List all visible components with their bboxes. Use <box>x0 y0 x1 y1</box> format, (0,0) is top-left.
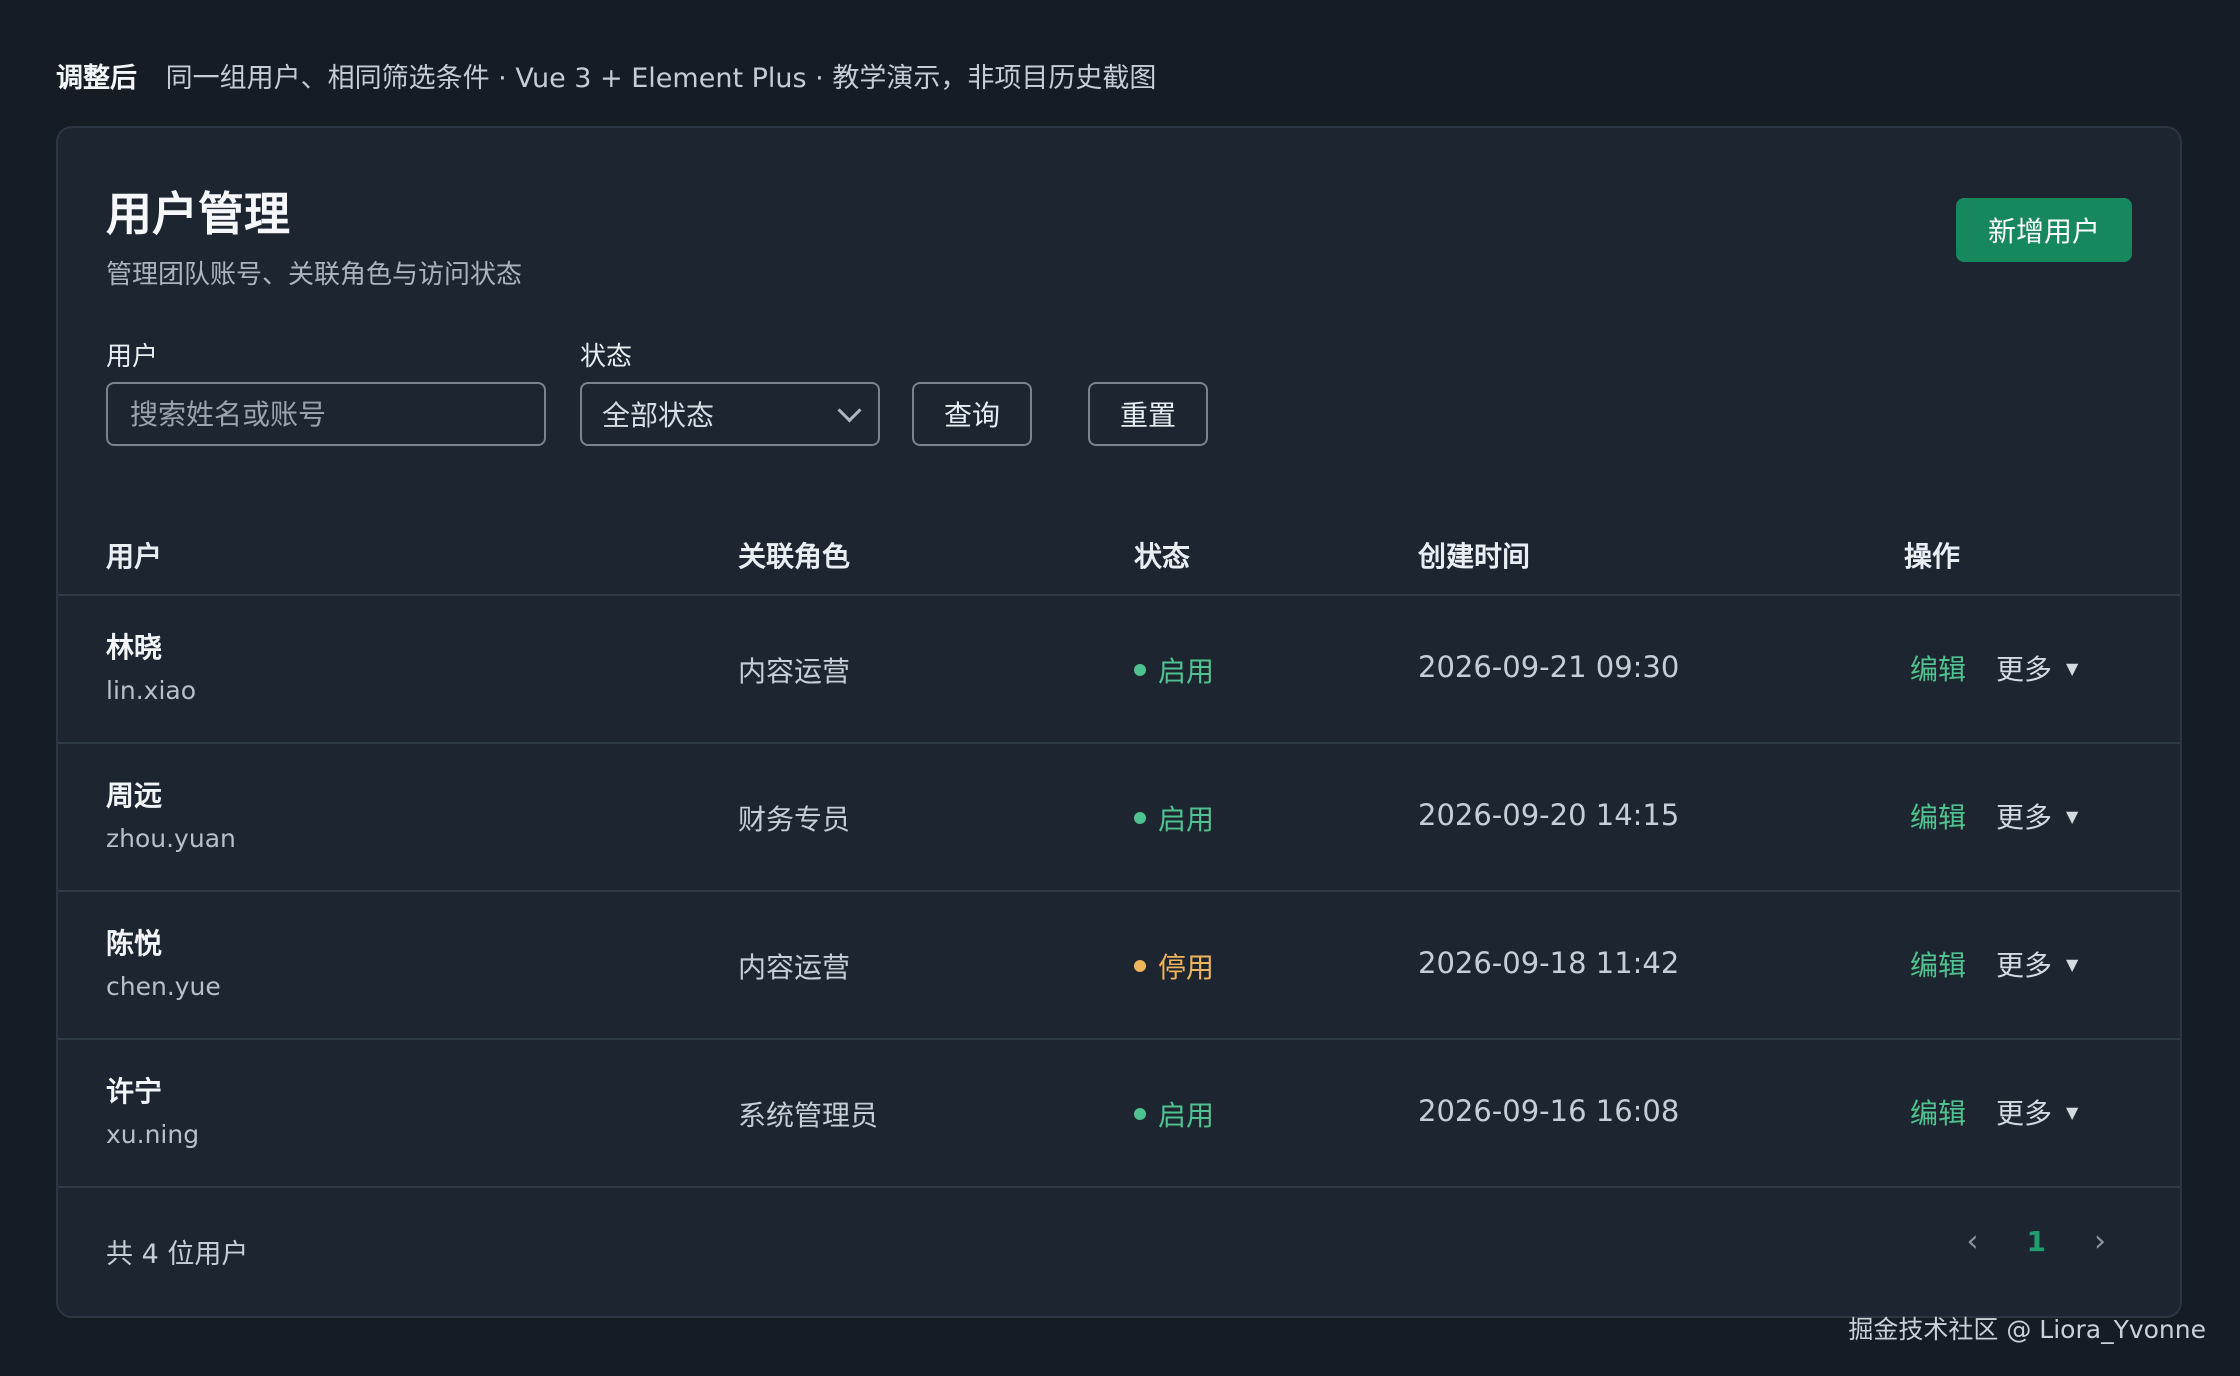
caret-down-icon: ▼ <box>2066 1102 2079 1122</box>
more-dropdown[interactable]: 更多 ▼ <box>1996 1092 2078 1132</box>
table-row: 林晓 lin.xiao 内容运营 启用 2026-09-21 09:30 编辑 … <box>58 596 2180 744</box>
header-role: 关联角色 <box>738 540 851 573</box>
status-text: 启用 <box>1158 1099 1215 1132</box>
user-account: chen.yue <box>106 972 221 1001</box>
edit-link[interactable]: 编辑 <box>1910 648 1966 688</box>
user-role: 系统管理员 <box>738 1099 879 1132</box>
created-time: 2026-09-21 09:30 <box>1418 650 1680 684</box>
status-dot-icon <box>1134 812 1146 824</box>
caret-down-icon: ▼ <box>2066 806 2079 826</box>
total-count: 共 4 位用户 <box>106 1239 249 1270</box>
current-page[interactable]: 1 <box>2027 1225 2046 1258</box>
user-role: 内容运营 <box>738 655 851 688</box>
table-row: 周远 zhou.yuan 财务专员 启用 2026-09-20 14:15 编辑… <box>58 744 2180 892</box>
pagination: ‹ 1 › <box>1967 1224 2106 1259</box>
status-select-value: 全部状态 <box>602 399 715 432</box>
reset-button[interactable]: 重置 <box>1088 382 1208 446</box>
status-text: 启用 <box>1158 655 1215 688</box>
more-label: 更多 <box>1996 1097 2053 1130</box>
more-dropdown[interactable]: 更多 ▼ <box>1996 796 2078 836</box>
user-name: 林晓 <box>106 631 163 664</box>
top-note: 调整后 同一组用户、相同筛选条件 · Vue 3 + Element Plus … <box>56 56 1156 95</box>
status-badge: 启用 <box>1134 1094 1214 1134</box>
status-dot-icon <box>1134 1108 1146 1120</box>
watermark: 掘金技术社区 @ Liora_Yvonne <box>1848 1315 2206 1344</box>
search-input[interactable] <box>128 396 524 432</box>
add-user-button[interactable]: 新增用户 <box>1956 198 2132 262</box>
status-dot-icon <box>1134 664 1146 676</box>
query-button[interactable]: 查询 <box>912 382 1032 446</box>
header-status: 状态 <box>1134 540 1191 573</box>
created-time: 2026-09-20 14:15 <box>1418 798 1680 832</box>
status-text: 启用 <box>1158 803 1215 836</box>
table-header: 用户 关联角色 状态 创建时间 操作 <box>58 518 2180 596</box>
caret-down-icon: ▼ <box>2066 954 2079 974</box>
user-role: 内容运营 <box>738 951 851 984</box>
status-badge: 启用 <box>1134 798 1214 838</box>
page-subtitle: 管理团队账号、关联角色与访问状态 <box>106 260 523 290</box>
user-role: 财务专员 <box>738 803 851 836</box>
edit-link[interactable]: 编辑 <box>1910 1092 1966 1132</box>
table-row: 许宁 xu.ning 系统管理员 启用 2026-09-16 16:08 编辑 … <box>58 1040 2180 1188</box>
created-time: 2026-09-18 11:42 <box>1418 946 1680 980</box>
status-badge: 停用 <box>1134 946 1214 986</box>
status-text: 停用 <box>1158 951 1215 984</box>
header-actions: 操作 <box>1904 540 1961 573</box>
status-dot-icon <box>1134 960 1146 972</box>
more-label: 更多 <box>1996 949 2053 982</box>
caret-down-icon: ▼ <box>2066 658 2079 678</box>
user-name: 陈悦 <box>106 927 163 960</box>
status-filter-label: 状态 <box>580 342 633 372</box>
chevron-down-icon <box>837 397 862 423</box>
header-created: 创建时间 <box>1418 540 1531 573</box>
chevron-right-icon[interactable]: › <box>2094 1224 2106 1259</box>
user-management-card: 用户管理 管理团队账号、关联角色与访问状态 新增用户 用户 状态 全部状态 查询… <box>56 126 2182 1318</box>
more-label: 更多 <box>1996 801 2053 834</box>
top-note-label: 调整后 <box>56 63 137 94</box>
table-row: 陈悦 chen.yue 内容运营 停用 2026-09-18 11:42 编辑 … <box>58 892 2180 1040</box>
page-title: 用户管理 <box>106 187 290 241</box>
edit-link[interactable]: 编辑 <box>1910 944 1966 984</box>
user-name: 周远 <box>106 779 163 812</box>
user-name: 许宁 <box>106 1075 163 1108</box>
more-label: 更多 <box>1996 653 2053 686</box>
more-dropdown[interactable]: 更多 ▼ <box>1996 648 2078 688</box>
created-time: 2026-09-16 16:08 <box>1418 1094 1680 1128</box>
search-input-wrapper[interactable] <box>106 382 546 446</box>
chevron-left-icon[interactable]: ‹ <box>1967 1224 1979 1259</box>
more-dropdown[interactable]: 更多 ▼ <box>1996 944 2078 984</box>
edit-link[interactable]: 编辑 <box>1910 796 1966 836</box>
status-select[interactable]: 全部状态 <box>580 382 880 446</box>
user-account: lin.xiao <box>106 676 197 705</box>
header-user: 用户 <box>106 540 163 573</box>
user-account: zhou.yuan <box>106 824 236 853</box>
user-filter-label: 用户 <box>106 342 159 372</box>
top-note-text: 同一组用户、相同筛选条件 · Vue 3 + Element Plus · 教学… <box>165 63 1157 94</box>
user-account: xu.ning <box>106 1120 200 1149</box>
status-badge: 启用 <box>1134 650 1214 690</box>
